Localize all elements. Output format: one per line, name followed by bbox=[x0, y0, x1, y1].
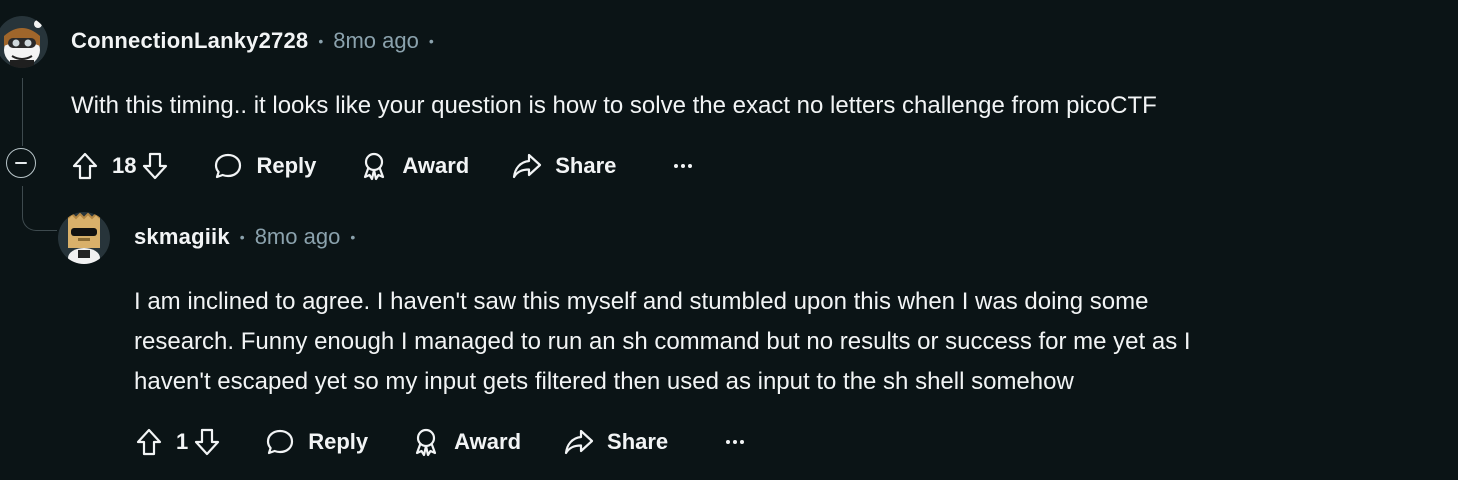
comment-body: I am inclined to agree. I haven't saw th… bbox=[134, 282, 1444, 402]
comment-action-bar: 18 Reply Award Share bbox=[70, 146, 693, 186]
award-ribbon-icon bbox=[410, 426, 442, 458]
ellipsis-icon bbox=[725, 440, 730, 444]
speech-bubble-icon bbox=[264, 426, 296, 458]
comment-line: haven't escaped yet so my input gets fil… bbox=[134, 368, 1074, 395]
share-arrow-icon bbox=[563, 426, 595, 458]
timestamp[interactable]: 8mo ago bbox=[333, 28, 419, 54]
thread-reply-connector bbox=[22, 200, 57, 231]
comment-action-bar: 1 Reply Award Share bbox=[134, 422, 745, 462]
collapse-thread-button[interactable] bbox=[6, 148, 36, 178]
snoo-avatar-goggles-icon bbox=[0, 16, 48, 68]
share-label: Share bbox=[555, 153, 617, 178]
vote-count: 18 bbox=[112, 153, 137, 178]
award-label: Award bbox=[402, 153, 470, 178]
timestamp[interactable]: 8mo ago bbox=[255, 224, 341, 250]
downvote-arrow-icon[interactable] bbox=[192, 427, 222, 457]
more-options-button[interactable] bbox=[724, 440, 745, 444]
meta-separator: • bbox=[350, 229, 356, 245]
reply-label: Reply bbox=[256, 153, 317, 178]
avatar[interactable] bbox=[0, 16, 48, 68]
snoo-avatar-box-head-icon bbox=[58, 212, 110, 264]
reply-button[interactable]: Reply bbox=[212, 150, 316, 182]
comment-header: ConnectionLanky2728 • 8mo ago • bbox=[71, 28, 444, 54]
reply-label: Reply bbox=[308, 429, 369, 454]
share-button[interactable]: Share bbox=[511, 150, 616, 182]
thread-line bbox=[22, 78, 23, 146]
share-arrow-icon bbox=[511, 150, 543, 182]
award-ribbon-icon bbox=[358, 150, 390, 182]
comment-line: I am inclined to agree. I haven't saw th… bbox=[134, 288, 1149, 315]
share-label: Share bbox=[607, 429, 669, 454]
comment-body: With this timing.. it looks like your qu… bbox=[71, 86, 1451, 126]
meta-separator: • bbox=[239, 229, 245, 245]
username-link[interactable]: skmagiik bbox=[134, 224, 230, 250]
vote-count: 1 bbox=[176, 429, 189, 454]
minus-icon bbox=[15, 162, 27, 164]
avatar[interactable] bbox=[58, 212, 110, 264]
reply-button[interactable]: Reply bbox=[264, 426, 368, 458]
speech-bubble-icon bbox=[212, 150, 244, 182]
comment-thread: ConnectionLanky2728 • 8mo ago • With thi… bbox=[0, 0, 1458, 480]
share-button[interactable]: Share bbox=[563, 426, 668, 458]
vote-control: 18 bbox=[70, 151, 170, 181]
comment-line: research. Funny enough I managed to run … bbox=[134, 328, 1191, 355]
award-button[interactable]: Award bbox=[410, 426, 521, 458]
award-button[interactable]: Award bbox=[358, 150, 469, 182]
award-label: Award bbox=[454, 429, 522, 454]
username-link[interactable]: ConnectionLanky2728 bbox=[71, 28, 308, 54]
comment-line: With this timing.. it looks like your qu… bbox=[71, 92, 1157, 119]
comment-header: skmagiik • 8mo ago • bbox=[134, 224, 365, 250]
more-options-button[interactable] bbox=[672, 164, 693, 168]
ellipsis-icon bbox=[673, 164, 678, 168]
meta-separator: • bbox=[318, 33, 324, 49]
downvote-arrow-icon[interactable] bbox=[140, 151, 170, 181]
meta-separator: • bbox=[428, 33, 434, 49]
upvote-arrow-icon[interactable] bbox=[70, 151, 100, 181]
upvote-arrow-icon[interactable] bbox=[134, 427, 164, 457]
vote-control: 1 bbox=[134, 427, 222, 457]
